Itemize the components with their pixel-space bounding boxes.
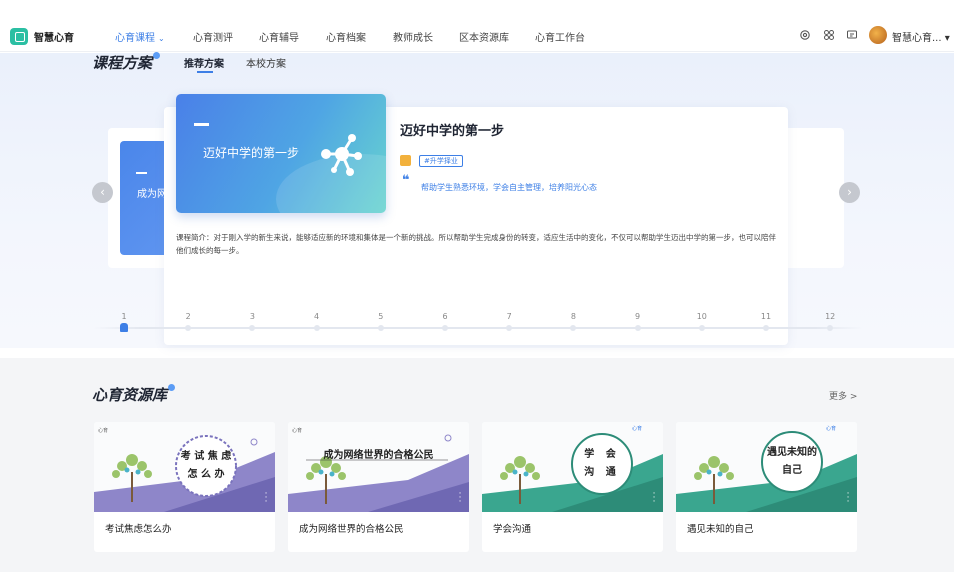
thumbnail-text: 遇见未知的 自己 — [767, 447, 817, 476]
timeline-dot[interactable] — [377, 325, 384, 331]
resource-title: 考试焦虑怎么办 — [105, 524, 172, 535]
message-icon[interactable] — [845, 29, 858, 42]
tab-recommended[interactable]: 推荐方案 — [184, 55, 224, 70]
resource-title: 成为网络世界的合格公民 — [299, 524, 404, 535]
nav-item-archive[interactable]: 心育档案 — [326, 29, 366, 44]
timeline-track — [94, 327, 862, 329]
resource-thumbnail: 心育 遇见未知的 自己 — [676, 422, 857, 512]
timeline-dot[interactable] — [313, 325, 320, 331]
svg-text:心育: 心育 — [98, 427, 108, 434]
course-goal: 帮助学生熟悉环境，学会自主管理，培养阳光心态 — [421, 183, 597, 192]
timeline-dot[interactable] — [698, 325, 705, 331]
course-cover[interactable]: 迈好中学的第一步 — [176, 94, 386, 213]
more-options-icon[interactable]: · · · — [651, 490, 657, 507]
chevron-down-icon: ⌄ — [158, 34, 165, 43]
course-intro: 课程简介：对于刚入学的新生来说，能够适应新的环境和集体是一个新的挑战。所以帮助学… — [176, 233, 776, 255]
thumbnail-text: 成为网络世界的合格公民 — [323, 450, 434, 461]
timeline-dot[interactable] — [442, 325, 448, 331]
nav-item-courses[interactable]: 心育课程 ⌄ — [115, 29, 165, 44]
section-title-text: 课程方案 — [92, 54, 153, 72]
timeline-label[interactable]: 6 — [435, 312, 455, 321]
nav-item-counseling[interactable]: 心育辅导 — [259, 29, 299, 44]
badge-icon — [400, 155, 411, 166]
timeline-label[interactable]: 10 — [692, 312, 712, 321]
timeline-label[interactable]: 9 — [628, 312, 648, 321]
timeline-label[interactable]: 12 — [820, 312, 840, 321]
tab-active-indicator — [197, 71, 213, 73]
timeline-dot[interactable] — [827, 325, 834, 331]
tree-illustration-icon: 心育 — [288, 427, 469, 512]
chevron-left-icon: ‹ — [100, 185, 105, 199]
more-options-icon[interactable]: · · · — [457, 490, 463, 507]
chevron-right-icon: › — [847, 185, 852, 199]
avatar[interactable] — [869, 26, 887, 44]
tab-school[interactable]: 本校方案 — [246, 55, 286, 70]
thumbnail-text: 学 会 沟 通 — [584, 449, 620, 478]
timeline-dot[interactable] — [634, 325, 641, 331]
user-menu[interactable]: 智慧心育... ▾ — [892, 29, 950, 44]
resource-title: 遇见未知的自己 — [687, 524, 754, 535]
timeline-label[interactable]: 8 — [563, 312, 583, 321]
nav-item-workbench[interactable]: 心育工作台 — [535, 29, 585, 44]
side-card-dash — [136, 172, 147, 174]
app-root: 智慧心育 心育课程 ⌄ 心育测评 心育辅导 心育档案 教师成长 区本资源库 心育工… — [0, 0, 954, 572]
section-title-curriculum: 课程方案 — [92, 52, 161, 73]
svg-text:心育: 心育 — [632, 425, 642, 432]
resource-thumbnail: 心育 考 试 焦 虑 怎 么 办 — [94, 422, 275, 512]
nav-item-resource-library[interactable]: 区本资源库 — [459, 29, 509, 44]
timeline-label[interactable]: 2 — [178, 312, 198, 321]
more-options-icon[interactable]: · · · — [263, 490, 269, 507]
nav-item-label: 心育课程 — [115, 33, 155, 44]
resource-thumbnail: 心育 成为网络世界的合格公民 — [288, 422, 469, 512]
nav-item-assessment[interactable]: 心育测评 — [193, 29, 233, 44]
side-card-text: 成为网络世界的合格公民 — [137, 189, 167, 200]
top-nav: 智慧心育 心育课程 ⌄ 心育测评 心育辅导 心育档案 教师成长 区本资源库 心育工… — [0, 20, 954, 52]
network-icon — [321, 134, 362, 176]
resource-card[interactable]: 心育 学 会 沟 通 · · · 学会沟通 — [482, 422, 663, 552]
title-dot-icon — [168, 384, 176, 391]
settings-icon[interactable] — [798, 29, 811, 42]
resource-section: 心育资源库 更多 > 心育 考 试 焦 虑 怎 么 办 · · · 考试焦虑怎么办 — [0, 358, 954, 572]
resource-card[interactable]: 心育 考 试 焦 虑 怎 么 办 · · · 考试焦虑怎么办 — [94, 422, 275, 552]
cover-dash — [194, 123, 209, 126]
cover-text: 迈好中学的第一步 — [203, 146, 300, 160]
svg-text:心育: 心育 — [826, 425, 836, 432]
quote-icon: ❝ — [402, 173, 410, 188]
curriculum-section: 课程方案 推荐方案 本校方案 成为网络世界的合格公民 ‹ › 迈好中学的第一步 — [0, 52, 954, 348]
more-options-icon[interactable]: · · · — [845, 490, 851, 507]
logo-icon — [10, 28, 28, 45]
section-title-resources: 心育资源库 — [92, 384, 176, 405]
timeline-dot[interactable] — [763, 325, 769, 331]
timeline-label[interactable]: 4 — [307, 312, 327, 321]
carousel-prev-button[interactable]: ‹ — [92, 182, 113, 203]
thumbnail-text: 考 试 焦 虑 怎 么 办 — [180, 451, 232, 480]
nav-item-teacher-growth[interactable]: 教师成长 — [393, 29, 433, 44]
timeline-label[interactable]: 1 — [114, 312, 134, 321]
apps-icon[interactable] — [822, 29, 835, 42]
resource-thumbnail: 心育 学 会 沟 通 — [482, 422, 663, 512]
logo-text[interactable]: 智慧心育 — [34, 29, 74, 44]
timeline-label[interactable]: 5 — [371, 312, 391, 321]
timeline-label[interactable]: 3 — [242, 312, 262, 321]
tree-illustration-icon: 心育 — [482, 425, 663, 512]
carousel-next-button[interactable]: › — [839, 182, 860, 203]
course-tag: #升学择业 — [419, 155, 463, 167]
section-title-text: 心育资源库 — [92, 386, 168, 404]
svg-text:心育: 心育 — [292, 427, 302, 434]
more-link[interactable]: 更多 > — [829, 389, 857, 402]
title-dot-icon — [153, 52, 161, 59]
resource-title: 学会沟通 — [493, 524, 532, 535]
resource-card[interactable]: 心育 遇见未知的 自己 · · · 遇见未知的自己 — [676, 422, 857, 552]
timeline-label[interactable]: 11 — [756, 312, 776, 321]
timeline-label[interactable]: 7 — [499, 312, 519, 321]
timeline-active-marker[interactable] — [120, 323, 128, 332]
course-title[interactable]: 迈好中学的第一步 — [400, 120, 504, 139]
resource-card[interactable]: 心育 成为网络世界的合格公民 · · · 成为网络世界的合格公民 — [288, 422, 469, 552]
